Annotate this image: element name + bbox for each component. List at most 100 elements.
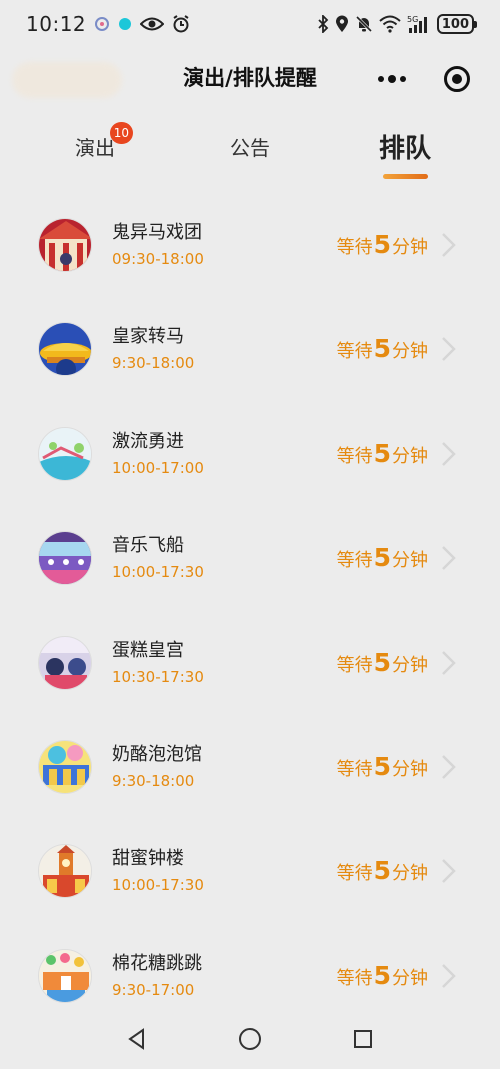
svg-text:5G: 5G	[407, 15, 418, 24]
tab-announcements[interactable]: 公告	[210, 116, 290, 176]
queue-list: 鬼异马戏团 09:30-18:00 等待 5 分钟 皇家转马 9:30-18:00 …	[0, 190, 500, 1025]
status-left: 10:12	[26, 12, 190, 36]
wait-minutes: 5	[373, 751, 391, 781]
list-item[interactable]: 皇家转马 9:30-18:00 等待 5 分钟	[0, 294, 500, 398]
mini-program-capsule	[364, 60, 480, 98]
opening-hours: 10:30-17:30	[112, 667, 204, 686]
list-item[interactable]: 激流勇进 10:00-17:00 等待 5 分钟	[0, 399, 500, 503]
opening-hours: 9:30-18:00	[112, 354, 195, 373]
wait-minutes: 5	[373, 856, 391, 886]
wait-minutes: 5	[373, 438, 391, 468]
eye-icon	[140, 16, 165, 32]
tab-bar: 演出 10 公告 排队	[0, 116, 500, 186]
wait-suffix: 分钟	[392, 654, 428, 676]
status-right: 5G 100	[317, 14, 478, 34]
wait-time: 等待 5 分钟	[337, 648, 428, 677]
notification-badge: 10	[109, 122, 133, 144]
opening-hours: 9:30-17:00	[112, 980, 195, 999]
wait-time: 等待 5 分钟	[337, 439, 428, 468]
chevron-right-icon	[442, 233, 456, 257]
attraction-name: 蛋糕皇宫	[112, 639, 184, 661]
attraction-thumbnail	[38, 635, 92, 690]
tab-queue[interactable]: 排队	[365, 116, 445, 176]
system-nav-bar	[0, 1009, 500, 1069]
mute-bell-icon	[355, 15, 373, 33]
tab-label: 排队	[378, 133, 431, 164]
wait-minutes: 5	[373, 960, 391, 990]
wait-suffix: 分钟	[392, 863, 428, 885]
attraction-thumbnail	[38, 844, 92, 899]
list-item[interactable]: 奶酪泡泡馆 9:30-18:00 等待 5 分钟	[0, 712, 500, 816]
wait-prefix: 等待	[336, 550, 373, 572]
wait-suffix: 分钟	[392, 550, 428, 572]
wait-time: 等待 5 分钟	[337, 752, 428, 781]
wait-minutes: 5	[373, 334, 391, 364]
attraction-name: 鬼异马戏团	[112, 222, 202, 243]
target-icon	[452, 74, 462, 84]
wait-suffix: 分钟	[392, 758, 428, 780]
bluetooth-icon	[317, 15, 329, 33]
wait-minutes: 5	[373, 230, 391, 259]
more-dot-icon	[388, 75, 396, 83]
list-item[interactable]: 鬼异马戏团 09:30-18:00 等待 5 分钟	[0, 190, 500, 294]
chevron-right-icon	[442, 650, 456, 675]
chevron-right-icon	[442, 337, 456, 362]
wait-suffix: 分钟	[392, 237, 428, 258]
dot-notification-icon	[118, 17, 132, 31]
wait-minutes: 5	[373, 543, 391, 573]
chevron-right-icon	[442, 441, 456, 466]
opening-hours: 10:00-17:30	[112, 876, 204, 895]
attraction-name: 棉花糖跳跳	[112, 952, 202, 974]
chevron-right-icon	[442, 755, 456, 779]
tab-label: 演出	[75, 135, 115, 160]
opening-hours: 10:00-17:30	[112, 563, 204, 582]
opening-hours: 09:30-18:00	[112, 250, 204, 268]
attraction-name: 甜蜜钟楼	[112, 848, 184, 870]
wait-prefix: 等待	[336, 758, 373, 780]
attraction-name: 音乐飞船	[112, 535, 184, 557]
location-icon	[335, 15, 349, 33]
tab-performances[interactable]: 演出 10	[55, 116, 135, 176]
wait-time: 等待 5 分钟	[337, 230, 428, 259]
signal-5g-icon: 5G	[407, 14, 431, 34]
more-dot-icon	[400, 76, 406, 82]
opening-hours: 9:30-18:00	[112, 771, 195, 790]
attraction-thumbnail	[38, 218, 92, 272]
active-tab-indicator	[383, 174, 428, 179]
wait-time: 等待 5 分钟	[337, 543, 428, 572]
wait-suffix: 分钟	[392, 445, 428, 467]
chevron-right-icon	[442, 859, 456, 884]
close-miniprogram-button[interactable]	[444, 66, 470, 92]
app-notification-icon	[94, 16, 110, 32]
attraction-thumbnail	[38, 739, 92, 794]
back-button[interactable]	[117, 1019, 157, 1059]
recents-square-icon	[354, 1030, 373, 1048]
wait-time: 等待 5 分钟	[337, 334, 428, 363]
recent-apps-button[interactable]	[343, 1019, 383, 1059]
home-button[interactable]	[230, 1019, 270, 1059]
wait-time: 等待 5 分钟	[337, 961, 428, 990]
wifi-icon	[379, 15, 401, 33]
attraction-thumbnail	[38, 322, 92, 377]
wait-prefix: 等待	[336, 967, 373, 989]
wait-prefix: 等待	[336, 863, 373, 885]
alarm-icon	[172, 15, 190, 33]
chevron-right-icon	[442, 963, 456, 988]
wait-suffix: 分钟	[392, 341, 428, 363]
more-button[interactable]	[378, 75, 406, 83]
wait-minutes: 5	[373, 647, 391, 677]
attraction-thumbnail	[38, 426, 92, 481]
wait-prefix: 等待	[336, 341, 373, 363]
opening-hours: 10:00-17:00	[112, 458, 204, 477]
wait-prefix: 等待	[336, 237, 373, 258]
wait-prefix: 等待	[336, 445, 373, 467]
back-triangle-icon	[127, 1028, 144, 1050]
status-time: 10:12	[26, 12, 87, 36]
attraction-name: 激流勇进	[112, 430, 184, 452]
list-item[interactable]: 甜蜜钟楼 10:00-17:30 等待 5 分钟	[0, 816, 500, 920]
more-dot-icon	[378, 76, 384, 82]
attraction-name: 奶酪泡泡馆	[112, 743, 202, 765]
wait-suffix: 分钟	[392, 967, 428, 989]
list-item[interactable]: 音乐飞船 10:00-17:30 等待 5 分钟	[0, 503, 500, 607]
list-item[interactable]: 蛋糕皇宫 10:30-17:30 等待 5 分钟	[0, 608, 500, 712]
